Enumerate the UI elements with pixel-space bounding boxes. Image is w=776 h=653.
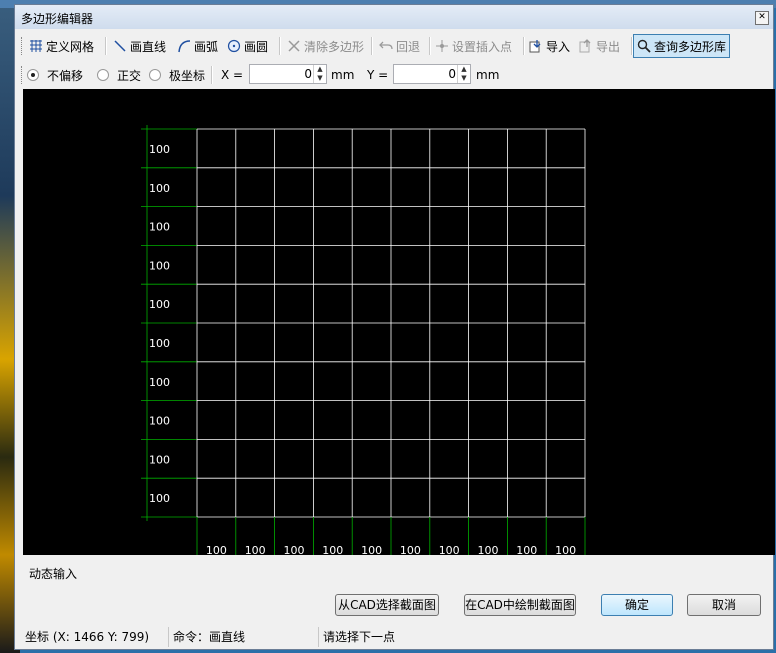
export-label: 导出 [596,39,621,54]
grid-icon [30,40,42,52]
radio-icon [97,69,109,81]
spin-up-icon: ▲ [461,65,467,73]
status-prompt: 请选择下一点 [323,630,396,644]
row-dimension-label: 100 [149,453,170,466]
import-button[interactable]: 导入 [529,36,570,56]
draw-circle-label: 画圆 [244,39,269,54]
close-button[interactable]: ✕ [755,11,769,25]
search-icon [637,39,651,53]
undo-button[interactable]: 回退 [379,36,420,56]
column-dimension-label: 100 [322,544,343,555]
x-coordinate-input[interactable]: 0 ▲ ▼ [249,64,327,84]
import-icon [529,40,541,53]
y-unit: mm [476,68,500,82]
y-spin-buttons[interactable]: ▲ ▼ [457,65,470,83]
toolbar-separator [105,37,107,55]
circle-icon [227,39,241,53]
query-polygon-library-button[interactable]: 查询多边形库 [633,34,731,58]
snap-option-label: 极坐标 [169,68,206,83]
status-command: 命令：画直线 [171,627,319,647]
y-value: 0 [448,67,456,81]
import-label: 导入 [546,39,571,54]
status-bar: 坐标 (X: 1466 Y: 799) 命令：画直线 请选择下一点 [23,627,775,647]
draw-line-label: 画直线 [130,39,167,54]
row-dimension-label: 100 [149,337,170,350]
drawing-canvas[interactable]: 100 100 100 100 100 100 100 100 100 100 100 100 100 1… [23,89,775,555]
insert-point-icon [436,40,448,52]
draw-in-cad-button[interactable]: 在CAD中绘制截面图 [464,594,576,616]
column-dimension-label: 100 [245,544,266,555]
column-dimension-label: 100 [516,544,537,555]
clear-icon [288,40,300,52]
arc-icon [178,40,191,53]
row-dimension-label: 100 [149,492,170,505]
row-dimension-label: 100 [149,376,170,389]
toolbar-grip[interactable] [21,37,25,55]
snap-option-no-offset[interactable]: 不偏移 [27,65,83,85]
toolbar-grip[interactable] [21,66,25,84]
snap-option-orthogonal[interactable]: 正交 [97,65,141,85]
select-from-cad-button[interactable]: 从CAD选择截面图 [335,594,439,616]
x-label: X = [221,68,244,82]
set-insert-point-label: 设置插入点 [452,39,513,54]
column-dimension-label: 100 [478,544,499,555]
column-dimension-label: 100 [206,544,227,555]
cancel-button[interactable]: 取消 [687,594,761,616]
spin-up-icon: ▲ [317,65,323,73]
close-icon: ✕ [758,12,766,22]
toolbar-separator [371,37,373,55]
undo-icon [379,41,393,50]
line-icon [114,40,126,52]
draw-arc-label: 画弧 [194,39,219,54]
grid-drawing[interactable]: 100 100 100 100 100 100 100 100 100 100 100 100 100 1… [23,89,775,555]
toolbar-separator [429,37,431,55]
draw-arc-button[interactable]: 画弧 [177,36,218,56]
x-value: 0 [304,67,312,81]
row-dimension-label: 100 [149,221,170,234]
export-button[interactable]: 导出 [579,36,620,56]
window-title: 多边形编辑器 [21,12,94,26]
define-grid-label: 定义网格 [46,39,95,54]
row-dimension-label: 100 [149,259,170,272]
snap-option-polar[interactable]: 极坐标 [149,65,205,85]
row-dimension-label: 100 [149,182,170,195]
snap-option-label: 正交 [117,68,142,83]
clear-polygon-label: 清除多边形 [304,39,365,54]
column-dimension-label: 100 [555,544,576,555]
column-dimension-label: 100 [284,544,305,555]
toolbar-separator [523,37,525,55]
snap-toolbar: 不偏移 正交 极坐标 X = 0 ▲ ▼ mm Y = 0 ▲ ▼ mm [21,62,769,86]
column-dimension-label: 100 [400,544,421,555]
undo-label: 回退 [396,39,421,54]
define-grid-button[interactable]: 定义网格 [29,36,94,56]
spin-down-icon: ▼ [317,74,323,82]
y-label: Y = [367,68,389,82]
draw-circle-button[interactable]: 画圆 [227,36,268,56]
snap-option-label: 不偏移 [47,68,84,83]
toolbar-separator [211,66,213,84]
row-dimension-label: 100 [149,298,170,311]
ok-button[interactable]: 确定 [601,594,673,616]
query-polygon-library-label: 查询多边形库 [654,39,727,54]
column-dimension-label: 100 [439,544,460,555]
radio-selected-icon [27,69,39,81]
y-coordinate-input[interactable]: 0 ▲ ▼ [393,64,471,84]
export-icon [579,39,591,53]
column-dimension-label: 100 [361,544,382,555]
dynamic-input-label[interactable]: 动态输入 [29,565,77,582]
radio-icon [149,69,161,81]
x-unit: mm [331,68,355,82]
status-coordinates: 坐标 (X: 1466 Y: 799) [23,627,169,647]
x-spin-buttons[interactable]: ▲ ▼ [313,65,326,83]
set-insert-point-button[interactable]: 设置插入点 [435,36,512,56]
drawing-toolbar: 定义网格 画直线 画弧 画圆 清除多边形 回退 设置插入点 导入 导出 查询多边… [21,33,769,59]
row-dimension-label: 100 [149,415,170,428]
polygon-editor-dialog: 多边形编辑器 ✕ 定义网格 画直线 画弧 画圆 清除多边形 回退 设置插入点 导… [14,4,775,650]
toolbar-separator [279,37,281,55]
row-dimension-label: 100 [149,143,170,156]
spin-down-icon: ▼ [461,74,467,82]
draw-line-button[interactable]: 画直线 [113,36,166,56]
clear-polygon-button[interactable]: 清除多边形 [287,36,364,56]
title-bar: 多边形编辑器 ✕ [15,5,773,29]
